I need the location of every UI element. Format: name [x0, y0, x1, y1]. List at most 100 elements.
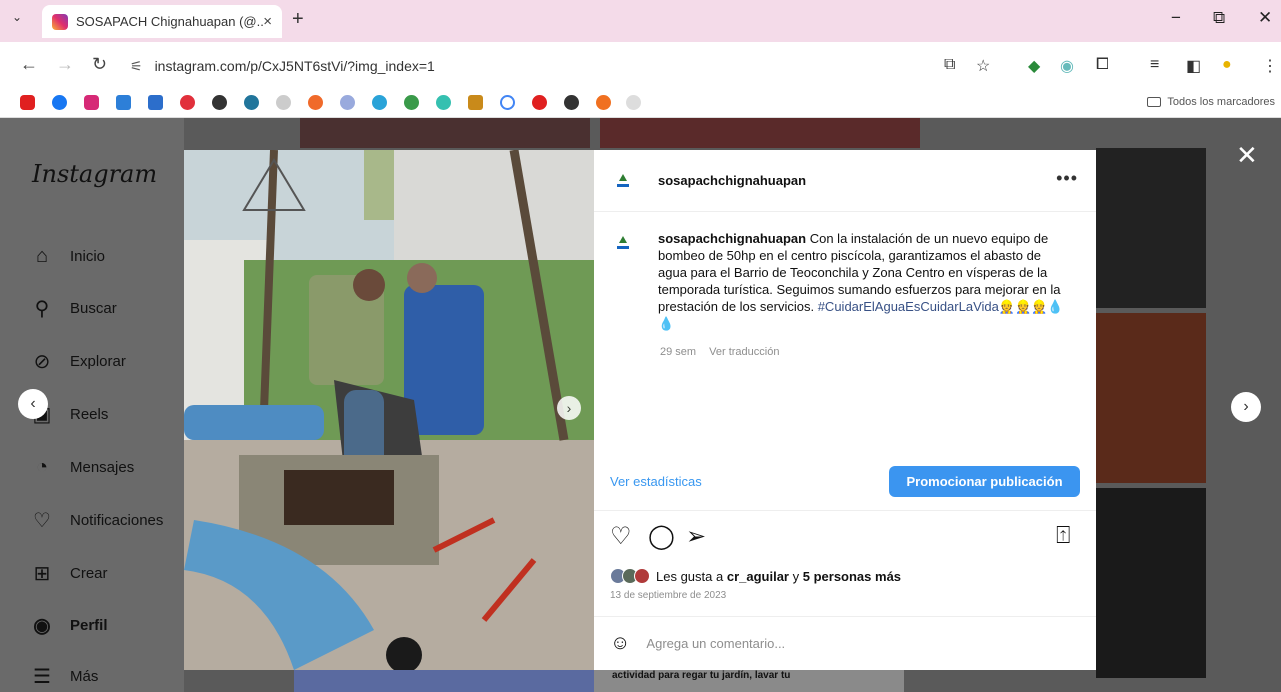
site4-bookmark-icon[interactable]	[468, 95, 483, 110]
apps-bookmark-icon[interactable]	[116, 95, 131, 110]
youtube-bookmark-icon[interactable]	[20, 95, 35, 110]
minimize-icon[interactable]: −	[1171, 8, 1181, 28]
address-bar[interactable]: ⚟ instagram.com/p/CxJ5NT6stVi/?img_index…	[130, 51, 930, 81]
all-bookmarks-folder[interactable]: Todos los marcadores	[1147, 96, 1275, 108]
comment-icon[interactable]: ◯	[648, 522, 675, 551]
tab-title: SOSAPACH Chignahuapan (@...	[76, 14, 264, 29]
heart-icon: ♡	[33, 509, 51, 532]
post-photo[interactable]	[184, 150, 594, 670]
install-app-icon[interactable]: ⧉	[944, 56, 955, 74]
site-bookmark-icon[interactable]	[148, 95, 163, 110]
forward-icon[interactable]: →	[56, 54, 74, 75]
heart-bookmark-icon[interactable]	[180, 95, 195, 110]
instagram-favicon-icon	[52, 13, 68, 30]
caption-avatar[interactable]	[610, 230, 636, 256]
sidebar-item-label: Reels	[70, 405, 109, 423]
url-text: instagram.com/p/CxJ5NT6stVi/?img_index=1	[154, 58, 435, 74]
site3-bookmark-icon[interactable]	[340, 95, 355, 110]
media-control-icon[interactable]: ≡	[1150, 56, 1159, 74]
likes-summary[interactable]: Les gusta a cr_aguilar y 5 personas más	[610, 568, 901, 584]
sidebar-item-explorar[interactable]: ⊘ Explorar	[30, 349, 126, 373]
instagram-bookmark-icon[interactable]	[84, 95, 99, 110]
caption-username[interactable]: sosapachchignahuapan	[658, 231, 806, 246]
extension-globe-icon[interactable]: ◉	[1060, 56, 1074, 76]
water-drop-logo-icon	[617, 236, 629, 249]
post-date: 13 de septiembre de 2023	[610, 590, 727, 601]
sidebar-item-notificaciones[interactable]: ♡ Notificaciones	[30, 508, 163, 532]
globe2-bookmark-icon[interactable]	[564, 95, 579, 110]
post-header: sosapachchignahuapan •••	[594, 150, 1096, 212]
v-bookmark-icon[interactable]	[436, 95, 451, 110]
prev-post-arrow-icon[interactable]: ‹	[18, 389, 48, 419]
sidebar-item-label: Explorar	[70, 352, 126, 370]
emoji-icon[interactable]: ☺	[610, 632, 630, 655]
tab-search-chevron-icon[interactable]: ⌄	[12, 10, 22, 24]
divider	[594, 510, 1096, 511]
instagram-logo[interactable]: Instagram	[32, 160, 157, 188]
likes-connector: y	[792, 568, 800, 584]
profile-avatar-icon[interactable]: ●	[1222, 56, 1232, 74]
next-image-arrow-icon[interactable]: ›	[557, 396, 581, 420]
back-icon[interactable]: ←	[20, 54, 38, 75]
sidebar-item-perfil[interactable]: ◉ Perfil	[30, 613, 107, 637]
reload-icon[interactable]: ↻	[92, 54, 107, 75]
sidebar-item-inicio[interactable]: ⌂ Inicio	[30, 244, 105, 268]
browser-tab[interactable]: SOSAPACH Chignahuapan (@... ×	[42, 5, 282, 38]
google-bookmark-icon[interactable]	[500, 95, 515, 110]
tab-close-icon[interactable]: ×	[263, 13, 272, 30]
like-heart-icon[interactable]: ♡	[610, 522, 632, 551]
comment-box[interactable]: ☺ Agrega un comentario...	[610, 632, 785, 655]
post-username[interactable]: sosapachchignahuapan	[658, 173, 806, 188]
wordpress-bookmark-icon[interactable]	[244, 95, 259, 110]
translate-link[interactable]: Ver traducción	[709, 346, 779, 358]
folder-icon	[1147, 97, 1162, 107]
new-tab-icon[interactable]: +	[292, 8, 304, 31]
caption-hashtag[interactable]: #CuidarElAguaEsCuidarLaVida	[818, 299, 999, 314]
browser-menu-icon[interactable]: ⋮	[1262, 56, 1278, 76]
likes-user[interactable]: cr_aguilar	[727, 569, 789, 584]
promote-post-button[interactable]: Promocionar publicación	[889, 466, 1080, 497]
save-bookmark-icon[interactable]: ⍐	[1056, 522, 1070, 550]
next-post-arrow-icon[interactable]: ›	[1231, 392, 1261, 422]
bookmarks-bar: Todos los marcadores	[0, 88, 1281, 118]
tab-bar: ⌄ SOSAPACH Chignahuapan (@... × + − ⧉ ✕	[0, 0, 1281, 42]
background-feed-image	[1096, 313, 1206, 483]
sidebar-item-buscar[interactable]: ⚲ Buscar	[30, 296, 117, 320]
download-bookmark-icon[interactable]	[372, 95, 387, 110]
sidebar-item-mensajes[interactable]: ◔ Mensajes	[30, 455, 134, 479]
sidebar-item-label: Notificaciones	[70, 511, 164, 529]
window-close-icon[interactable]: ✕	[1258, 8, 1272, 28]
restore-icon[interactable]: ⧉	[1213, 8, 1225, 28]
site2-bookmark-icon[interactable]	[276, 95, 291, 110]
more-options-icon[interactable]: •••	[1056, 168, 1078, 189]
bookmark-star-icon[interactable]: ☆	[976, 56, 990, 76]
comment-placeholder[interactable]: Agrega un comentario...	[646, 636, 785, 651]
search-icon: ⚲	[34, 297, 50, 320]
extensions-puzzle-icon[interactable]: ⧠	[1096, 56, 1109, 74]
divider	[594, 616, 1096, 617]
fire-bookmark-icon[interactable]	[596, 95, 611, 110]
post-actions: ♡ ◯ ➢ ⍐	[610, 522, 1080, 552]
sidebar-item-label: Buscar	[70, 299, 117, 317]
likes-count[interactable]: 5 personas más	[803, 569, 901, 584]
account-avatar[interactable]	[610, 168, 636, 194]
sidebar-item-crear[interactable]: ⊞ Crear	[30, 561, 108, 585]
site5-bookmark-icon[interactable]	[626, 95, 641, 110]
tree-bookmark-icon[interactable]	[404, 95, 419, 110]
side-panel-icon[interactable]: ◧	[1186, 56, 1201, 76]
plus-square-icon: ⊞	[33, 562, 51, 585]
share-send-icon[interactable]: ➢	[686, 522, 706, 551]
menu-icon: ☰	[33, 665, 51, 688]
background-feed-image	[294, 670, 594, 692]
globe-bookmark-icon[interactable]	[212, 95, 227, 110]
sidebar-item-mas[interactable]: ☰ Más	[30, 664, 98, 688]
sidebar-item-label: Mensajes	[70, 458, 135, 476]
close-modal-icon[interactable]: ✕	[1236, 140, 1258, 171]
extension-shield-icon[interactable]: ◆	[1028, 56, 1040, 76]
link-bookmark-icon[interactable]	[308, 95, 323, 110]
site-settings-icon[interactable]: ⚟	[130, 58, 143, 75]
background-feed-text: actividad para regar tu jardín, lavar tu	[612, 670, 791, 681]
facebook-bookmark-icon[interactable]	[52, 95, 67, 110]
view-stats-link[interactable]: Ver estadísticas	[610, 474, 702, 489]
red-dot-bookmark-icon[interactable]	[532, 95, 547, 110]
